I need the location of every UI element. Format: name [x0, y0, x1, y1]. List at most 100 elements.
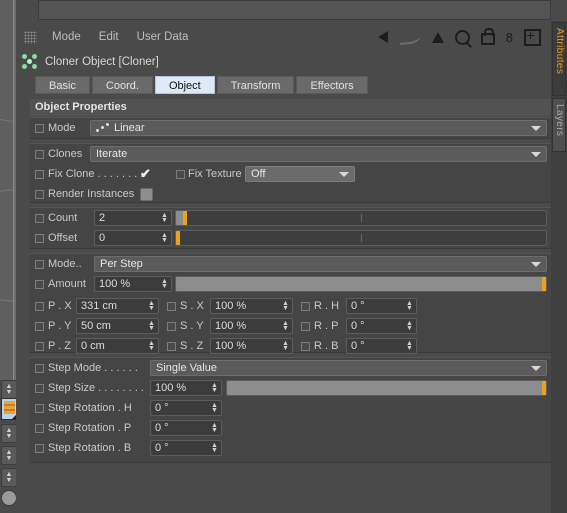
- input-sz[interactable]: 100 % ▲ ▼: [210, 338, 293, 354]
- input-amount[interactable]: 100 % ▲ ▼: [94, 276, 172, 292]
- checkbox-step-size[interactable]: [35, 383, 44, 393]
- dropdown-step-mode[interactable]: Single Value: [150, 360, 547, 376]
- input-px[interactable]: 331 cm ▲ ▼: [76, 298, 159, 314]
- slider-step-size-handle[interactable]: [542, 381, 546, 395]
- input-pz[interactable]: 0 cm ▲ ▼: [76, 338, 159, 354]
- tab-effectors[interactable]: Effectors: [296, 76, 368, 94]
- checkbox-offset[interactable]: [35, 233, 44, 243]
- checkbox-sx[interactable]: [167, 301, 176, 311]
- spinner-arrows-icon[interactable]: ▲ ▼: [406, 340, 413, 352]
- table-row: P . X 331 cm ▲ ▼ S . X 100 % ▲ ▼ R . H 0 °…: [30, 296, 551, 316]
- spinner-arrows-icon[interactable]: ▲ ▼: [211, 422, 218, 434]
- slider-offset[interactable]: [175, 230, 547, 246]
- spinner-button-2[interactable]: ▲ ▼: [1, 446, 17, 465]
- spinner-arrows-icon[interactable]: ▲ ▼: [148, 300, 155, 312]
- vtab-layers[interactable]: Layers: [552, 98, 566, 152]
- group-count-offset: Count 2 ▲ ▼ Offset 0 ▲ ▼: [30, 207, 551, 249]
- input-py[interactable]: 50 cm ▲ ▼: [76, 318, 159, 334]
- tab-transform[interactable]: Transform: [216, 76, 295, 94]
- checkbox-mode[interactable]: [35, 123, 44, 133]
- slider-count[interactable]: [175, 210, 547, 226]
- slider-midpoint-tick: [361, 234, 362, 242]
- dropdown-mode[interactable]: Linear: [90, 120, 547, 136]
- drag-handle-icon[interactable]: [24, 30, 37, 44]
- checkbox-amount[interactable]: [35, 279, 44, 289]
- input-step-rotation-b[interactable]: 0 ° ▲ ▼: [150, 440, 222, 456]
- tab-object[interactable]: Object: [154, 76, 215, 94]
- dropdown-clones[interactable]: Iterate: [90, 146, 547, 162]
- spinner-arrows-icon[interactable]: ▲ ▼: [282, 340, 289, 352]
- spinner-arrows-icon[interactable]: ▲ ▼: [211, 382, 218, 394]
- slider-offset-handle[interactable]: [176, 231, 180, 245]
- checkbox-rb[interactable]: [301, 341, 310, 351]
- slider-count-handle[interactable]: [183, 211, 188, 225]
- back-arrow-icon[interactable]: [377, 31, 388, 43]
- input-sx[interactable]: 100 % ▲ ▼: [210, 298, 293, 314]
- tab-coord[interactable]: Coord.: [91, 76, 153, 94]
- checkbox-py[interactable]: [35, 321, 44, 331]
- input-count[interactable]: 2 ▲ ▼: [94, 210, 172, 226]
- slider-step-size[interactable]: [226, 380, 547, 396]
- input-sy[interactable]: 100 % ▲ ▼: [210, 318, 293, 334]
- checkbox-sy[interactable]: [167, 321, 176, 331]
- input-rp[interactable]: 0 ° ▲ ▼: [346, 318, 417, 334]
- spinner-arrows-icon[interactable]: ▲ ▼: [211, 442, 218, 454]
- checkbox-rp[interactable]: [301, 321, 310, 331]
- input-step-size[interactable]: 100 % ▲ ▼: [150, 380, 222, 396]
- checkbox-pz[interactable]: [35, 341, 44, 351]
- checkbox-step-rotation-p[interactable]: [35, 423, 44, 433]
- checkbox-count[interactable]: [35, 213, 44, 223]
- lock-icon[interactable]: [480, 27, 495, 45]
- input-count-value: 2: [99, 212, 106, 224]
- spinner-arrows-icon[interactable]: ▲ ▼: [161, 212, 168, 224]
- input-step-rotation-p[interactable]: 0 ° ▲ ▼: [150, 420, 222, 436]
- checkbox-clones[interactable]: [35, 149, 44, 159]
- checkbox-render-instances[interactable]: [140, 187, 154, 201]
- spinner-button-1[interactable]: ▲ ▼: [1, 424, 17, 443]
- checkbox-step-rotation-h[interactable]: [35, 403, 44, 413]
- swoosh-icon[interactable]: [398, 29, 422, 45]
- checkbox-fix-clone-param[interactable]: [35, 169, 44, 179]
- spinner-arrows-icon[interactable]: ▲ ▼: [282, 300, 289, 312]
- checkbox-step-mode-2[interactable]: [35, 259, 44, 269]
- input-step-rotation-h[interactable]: 0 ° ▲ ▼: [150, 400, 222, 416]
- checkmark-icon[interactable]: ✔: [140, 167, 151, 180]
- spinner-button-top[interactable]: ▲ ▼: [1, 380, 17, 399]
- spinner-arrows-icon[interactable]: ▲ ▼: [161, 278, 168, 290]
- menu-user-data[interactable]: User Data: [128, 26, 198, 48]
- layers-icon[interactable]: 8: [506, 31, 513, 44]
- menu-mode[interactable]: Mode: [43, 26, 90, 48]
- search-icon[interactable]: [454, 29, 470, 45]
- spinner-arrows-icon[interactable]: ▲ ▼: [148, 320, 155, 332]
- round-knob-button[interactable]: [1, 490, 17, 506]
- checkbox-px[interactable]: [35, 301, 44, 311]
- up-arrow-icon[interactable]: [431, 31, 444, 43]
- spinner-arrows-icon[interactable]: ▲ ▼: [161, 232, 168, 244]
- slider-step-size-fill: [227, 381, 546, 395]
- vtab-attributes[interactable]: Attributes: [552, 22, 566, 96]
- vtab-layers-label: Layers: [554, 104, 565, 137]
- checkbox-step-mode[interactable]: [35, 363, 44, 373]
- spinner-arrows-icon[interactable]: ▲ ▼: [148, 340, 155, 352]
- input-rh[interactable]: 0 ° ▲ ▼: [346, 298, 417, 314]
- input-rb[interactable]: 0 ° ▲ ▼: [346, 338, 417, 354]
- slider-amount[interactable]: [175, 276, 547, 292]
- spinner-arrows-icon[interactable]: ▲ ▼: [211, 402, 218, 414]
- dropdown-mode-2[interactable]: Per Step: [94, 256, 547, 272]
- slider-amount-handle[interactable]: [542, 277, 546, 291]
- input-offset[interactable]: 0 ▲ ▼: [94, 230, 172, 246]
- tab-basic[interactable]: Basic: [35, 76, 90, 94]
- dropdown-fix-texture[interactable]: Off: [245, 166, 355, 182]
- checkbox-render-instances-param[interactable]: [35, 189, 44, 199]
- add-icon[interactable]: [524, 28, 541, 46]
- checkbox-fix-texture-param[interactable]: [176, 170, 185, 179]
- label-fix-texture: Fix Texture: [188, 168, 242, 180]
- spinner-arrows-icon[interactable]: ▲ ▼: [282, 320, 289, 332]
- menu-edit[interactable]: Edit: [90, 26, 128, 48]
- spinner-button-3[interactable]: ▲ ▼: [1, 468, 17, 487]
- checkbox-rh[interactable]: [301, 301, 310, 311]
- checkbox-sz[interactable]: [167, 341, 176, 351]
- spinner-arrows-icon[interactable]: ▲ ▼: [406, 300, 413, 312]
- spinner-arrows-icon[interactable]: ▲ ▼: [406, 320, 413, 332]
- checkbox-step-rotation-b[interactable]: [35, 443, 44, 453]
